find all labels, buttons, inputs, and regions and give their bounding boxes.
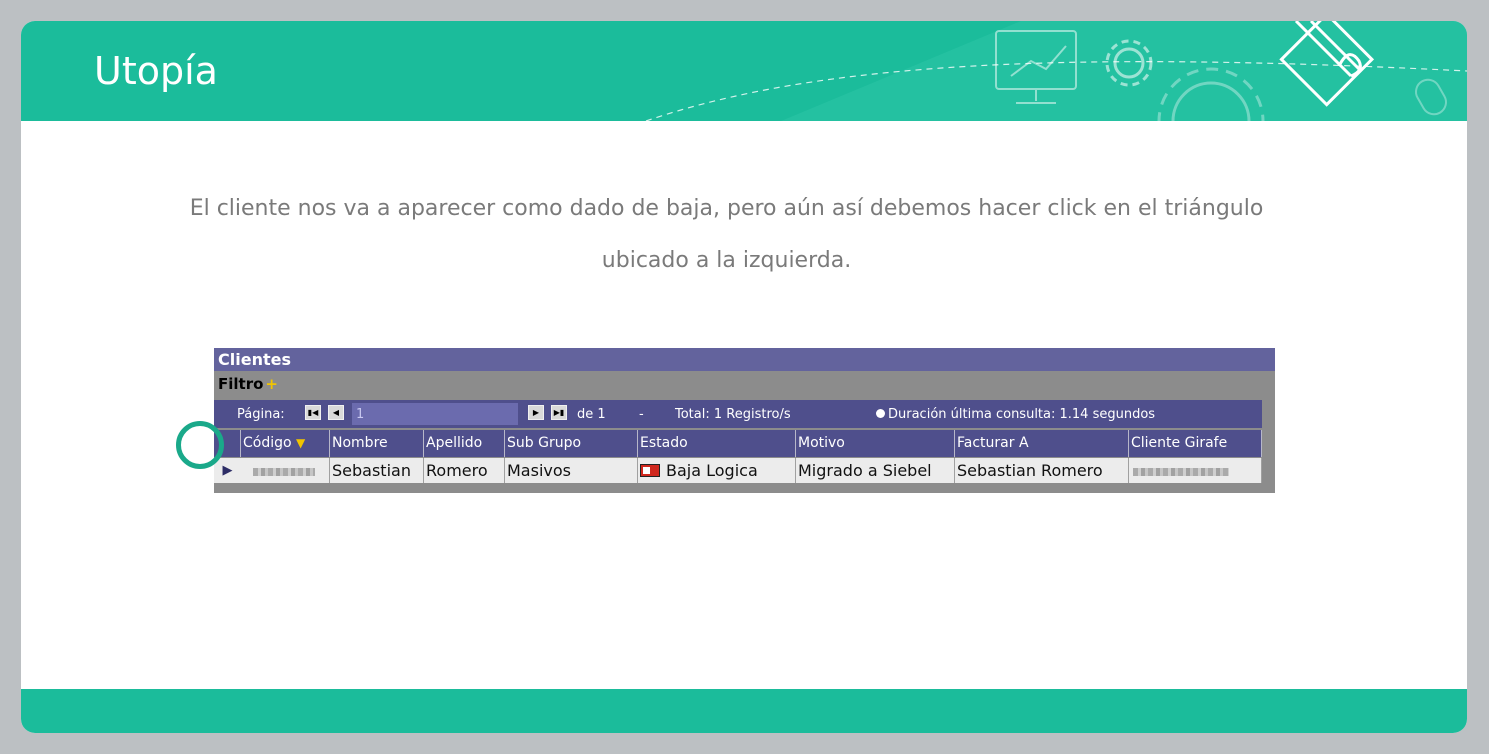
cell-cliente-girafe [1129, 458, 1262, 483]
filter-label: Filtro [218, 375, 264, 393]
pager-separator: - [639, 407, 644, 422]
column-header-facturar-a[interactable]: Facturar A [955, 430, 1129, 457]
next-page-icon[interactable]: ▶ [528, 405, 544, 420]
redacted-value [1133, 468, 1229, 476]
first-page-icon[interactable]: ▮◀ [305, 405, 321, 420]
cell-apellido: Romero [424, 458, 505, 483]
plus-icon[interactable]: + [265, 375, 278, 393]
highlight-circle [176, 421, 224, 469]
column-header-estado[interactable]: Estado [638, 430, 796, 457]
slide: Utopía El cliente nos va a aparecer como… [21, 21, 1467, 733]
cell-estado: Baja Logica [638, 458, 796, 483]
clientes-panel: Clientes Filtro+ Página: ▮◀ ◀ ▶ ▶▮ de 1 … [214, 348, 1275, 493]
column-label: Código [243, 435, 292, 451]
sort-desc-icon: ▼ [296, 436, 306, 450]
instruction-text: El cliente nos va a aparecer como dado d… [189, 196, 1264, 273]
column-header-cliente-girafe[interactable]: Cliente Girafe [1129, 430, 1262, 457]
pager-bar: Página: ▮◀ ◀ ▶ ▶▮ de 1 - Total: 1 Regist… [214, 400, 1262, 428]
page-number-input[interactable] [352, 403, 518, 425]
panel-title: Clientes [214, 348, 1275, 371]
cell-motivo: Migrado a Siebel [796, 458, 955, 483]
slide-header: Utopía [21, 21, 1467, 121]
slide-title: Utopía [94, 49, 218, 93]
column-header-apellido[interactable]: Apellido [424, 430, 505, 457]
cell-nombre: Sebastian [330, 458, 424, 483]
table-row[interactable]: ▶ Sebastian Romero Masivos Baja Logica M… [214, 458, 1262, 483]
cell-sub-grupo: Masivos [505, 458, 638, 483]
last-page-icon[interactable]: ▶▮ [551, 405, 567, 420]
query-duration-text: Duración última consulta: 1.14 segundos [888, 407, 1156, 422]
column-header-codigo[interactable]: Código ▼ [241, 430, 330, 457]
column-header-sub-grupo[interactable]: Sub Grupo [505, 430, 638, 457]
previous-page-icon[interactable]: ◀ [328, 405, 344, 420]
expand-triangle-icon[interactable]: ▶ [214, 458, 241, 483]
cell-facturar-a: Sebastian Romero [955, 458, 1129, 483]
total-records: Total: 1 Registro/s [675, 407, 791, 422]
page-count: de 1 [577, 407, 606, 422]
grid-header: Código ▼ Nombre Apellido Sub Grupo Estad… [214, 430, 1262, 457]
estado-text: Baja Logica [666, 461, 758, 480]
page-label: Página: [237, 407, 285, 422]
cell-codigo [241, 458, 330, 483]
baja-status-icon [640, 464, 660, 477]
redacted-value [253, 468, 315, 476]
column-header-motivo[interactable]: Motivo [796, 430, 955, 457]
column-header-nombre[interactable]: Nombre [330, 430, 424, 457]
slide-footer [21, 689, 1467, 733]
query-duration: Duración última consulta: 1.14 segundos [876, 407, 1155, 422]
filter-toggle[interactable]: Filtro + [218, 375, 278, 395]
header-decoration-icons [645, 21, 1467, 121]
clock-icon [876, 409, 885, 418]
